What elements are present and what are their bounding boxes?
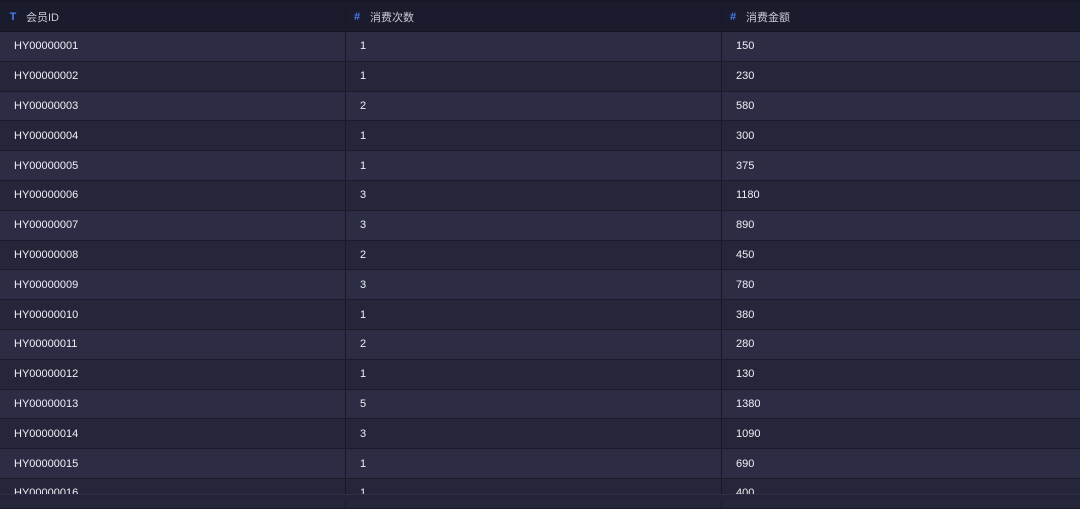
number-type-icon: # (729, 10, 737, 23)
table-row[interactable]: HY00000001 1 150 (0, 32, 1080, 62)
cell-member-id[interactable]: HY00000001 (0, 32, 345, 61)
cell-member-id[interactable]: HY00000003 (0, 92, 345, 121)
cell-member-id[interactable]: HY00000014 (0, 419, 345, 448)
table-body: HY00000001 1 150 HY00000002 1 230 HY00000003 2 5… (0, 32, 1080, 509)
cell-purchase-amount[interactable]: 280 (721, 329, 1080, 359)
cell-purchase-amount[interactable]: 580 (721, 91, 1080, 121)
cell-purchase-count[interactable]: 3 (345, 419, 721, 449)
cell-member-id[interactable]: HY00000005 (0, 151, 345, 180)
cell-member-id[interactable]: HY00000008 (0, 241, 345, 270)
column-header-label: 会员ID (26, 11, 59, 24)
table-row[interactable]: HY00000015 1 690 (0, 449, 1080, 479)
cell-purchase-count[interactable]: 2 (345, 240, 721, 270)
cell-purchase-amount[interactable]: 890 (721, 210, 1080, 240)
cell-purchase-count[interactable]: 1 (345, 300, 721, 329)
cell-member-id[interactable]: HY00000006 (0, 181, 345, 210)
horizontal-scrollbar[interactable] (0, 494, 1080, 501)
cell-purchase-amount[interactable]: 375 (721, 151, 1080, 180)
table-row[interactable]: HY00000014 3 1090 (0, 419, 1080, 450)
cell-purchase-count[interactable]: 3 (345, 270, 721, 300)
data-table: T 会员ID # 消费次数 # 消费金额 HY00000001 1 150 HY000… (0, 0, 1080, 509)
cell-member-id[interactable]: HY00000009 (0, 270, 345, 299)
number-type-icon: # (353, 10, 361, 23)
cell-purchase-amount[interactable]: 150 (721, 32, 1080, 61)
table-header: T 会员ID # 消费次数 # 消费金额 (0, 2, 1080, 32)
table-row[interactable]: HY00000006 3 1180 (0, 180, 1080, 211)
cell-purchase-amount[interactable]: 780 (721, 270, 1080, 300)
cell-purchase-count[interactable]: 1 (345, 359, 721, 389)
cell-purchase-amount[interactable]: 1180 (721, 180, 1080, 210)
cell-member-id[interactable]: HY00000004 (0, 121, 345, 150)
table-row[interactable]: HY00000002 1 230 (0, 61, 1080, 92)
cell-purchase-count[interactable]: 3 (345, 180, 721, 210)
cell-member-id[interactable]: HY00000012 (0, 360, 345, 389)
cell-purchase-amount[interactable]: 230 (721, 61, 1080, 91)
cell-purchase-count[interactable]: 2 (345, 91, 721, 121)
table-row[interactable]: HY00000010 1 380 (0, 300, 1080, 330)
cell-purchase-amount[interactable]: 1090 (721, 419, 1080, 449)
table-row[interactable]: HY00000012 1 130 (0, 359, 1080, 390)
cell-member-id[interactable]: HY00000013 (0, 390, 345, 419)
table-row[interactable]: HY00000008 2 450 (0, 240, 1080, 271)
column-header-label: 消费次数 (370, 11, 414, 24)
cell-member-id[interactable]: HY00000002 (0, 62, 345, 91)
table-row[interactable]: HY00000011 2 280 (0, 329, 1080, 360)
cell-purchase-count[interactable]: 2 (345, 329, 721, 359)
cell-purchase-amount[interactable]: 450 (721, 240, 1080, 270)
table-row[interactable]: HY00000004 1 300 (0, 121, 1080, 152)
table-row[interactable]: HY00000013 5 1380 (0, 389, 1080, 420)
cell-member-id[interactable]: HY00000010 (0, 300, 345, 329)
column-header-member-id[interactable]: T 会员ID (0, 2, 345, 31)
column-header-purchase-amount[interactable]: # 消费金额 (721, 2, 1080, 31)
cell-purchase-count[interactable]: 5 (345, 389, 721, 419)
cell-purchase-amount[interactable]: 130 (721, 359, 1080, 389)
cell-purchase-count[interactable]: 1 (345, 32, 721, 61)
column-header-purchase-count[interactable]: # 消费次数 (345, 2, 721, 31)
cell-purchase-amount[interactable]: 690 (721, 449, 1080, 478)
table-row[interactable]: HY00000003 2 580 (0, 91, 1080, 122)
cell-purchase-amount[interactable]: 300 (721, 121, 1080, 151)
cell-purchase-count[interactable]: 1 (345, 151, 721, 180)
table-row[interactable]: HY00000007 3 890 (0, 210, 1080, 241)
cell-purchase-count[interactable]: 3 (345, 210, 721, 240)
cell-purchase-count[interactable]: 1 (345, 61, 721, 91)
column-header-label: 消费金额 (746, 11, 790, 24)
cell-purchase-count[interactable]: 1 (345, 449, 721, 478)
cell-member-id[interactable]: HY00000007 (0, 211, 345, 240)
cell-member-id[interactable]: HY00000011 (0, 330, 345, 359)
cell-member-id[interactable]: HY00000015 (0, 449, 345, 478)
table-row[interactable]: HY00000005 1 375 (0, 151, 1080, 181)
cell-purchase-amount[interactable]: 1380 (721, 389, 1080, 419)
table-row[interactable]: HY00000009 3 780 (0, 270, 1080, 301)
cell-purchase-amount[interactable]: 380 (721, 300, 1080, 329)
text-type-icon: T (9, 10, 17, 23)
cell-purchase-count[interactable]: 1 (345, 121, 721, 151)
